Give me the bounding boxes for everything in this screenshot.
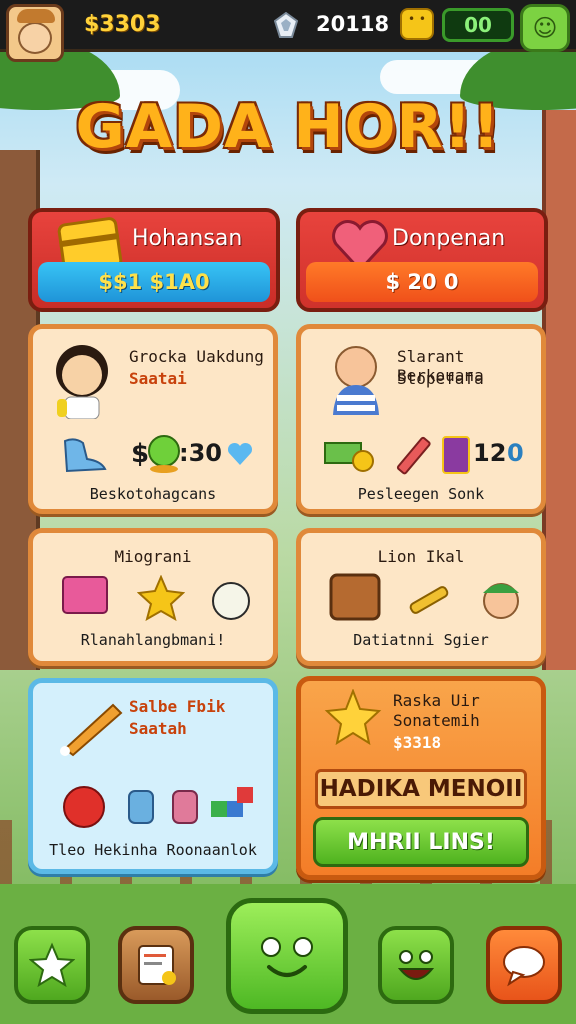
score-count: 20118	[316, 12, 390, 36]
green-blob-icon	[148, 435, 180, 473]
card-footer: Datiatnni Sgier	[353, 631, 489, 649]
game-title: GADA HOR!!	[75, 92, 501, 162]
home-face-icon	[261, 937, 313, 977]
card-title: Lion Ikal	[377, 547, 465, 566]
clock-face-icon	[212, 582, 250, 620]
card-items-food[interactable]: Salbe Fbik Saatah Tleo Hekinha Roonaanlo…	[28, 678, 278, 874]
star-face-icon	[137, 575, 185, 621]
nav-star-button[interactable]	[14, 926, 90, 1004]
document-icon	[138, 945, 176, 985]
top-bar: $3303 20118 00	[0, 0, 576, 52]
tool-icon	[409, 586, 449, 614]
nav-document-button[interactable]	[118, 926, 194, 1004]
card-title: Salbe Fbik	[129, 697, 226, 716]
face-cap-icon	[483, 583, 519, 619]
carrot-icon	[60, 703, 123, 757]
card-character-baby[interactable]: Slarant Berkouana Stopefafa 12 0 Pesleeg…	[296, 324, 546, 514]
card-footer: Beskotohagcans	[89, 485, 217, 503]
card-subtitle: Sonatemih	[393, 711, 480, 730]
card-title: Grocka Uakdung	[129, 347, 264, 366]
card-subtitle: Saatai	[129, 369, 187, 388]
offer-price: $3318	[393, 733, 442, 752]
blocks-icon	[211, 787, 253, 817]
card-items-tools[interactable]: Lion Ikal Datiatnni Sgier	[296, 528, 546, 666]
jar-icon	[128, 790, 154, 824]
star-character-icon	[324, 689, 382, 745]
card-title: Miograni	[114, 547, 192, 566]
card-items-mixed[interactable]: Miograni Rlanahlangbmani!	[28, 528, 278, 666]
energy-counter: 00	[442, 8, 514, 42]
offer-banner: HADIKA MENOII	[315, 769, 527, 809]
card-character-girl[interactable]: Grocka Uakdung Saatai $ :30 Beskotohagca…	[28, 324, 278, 514]
card-footer: Rlanahlangbmani!	[80, 631, 226, 649]
chat-icon	[503, 946, 545, 987]
house-right	[542, 110, 576, 670]
header-card-left[interactable]: Hohansan $$1 $1A0	[28, 208, 280, 312]
card-footer: Tleo Hekinha Roonaanlok	[49, 841, 257, 859]
card-value-2: 0	[507, 439, 524, 467]
smile-face-icon	[397, 950, 435, 980]
girl-character-icon	[56, 345, 108, 419]
nav-home-button[interactable]	[226, 898, 348, 1014]
header-card-label: Donpenan	[392, 226, 506, 251]
header-card-label: Hohansan	[132, 226, 243, 251]
nav-chat-button[interactable]	[486, 926, 562, 1004]
offer-buy-button[interactable]: MHRII LINS!	[313, 817, 529, 867]
gem-icon	[274, 12, 298, 38]
shoe-icon	[63, 438, 107, 473]
block-face-icon	[400, 8, 434, 40]
card-subtitle: Stopefafa	[397, 369, 484, 388]
hat-icon	[17, 9, 55, 23]
star-icon	[29, 942, 75, 988]
header-card-right[interactable]: Donpenan $ 20 0	[296, 208, 548, 312]
blue-heart-icon	[227, 442, 253, 465]
cash-stack-icon	[324, 442, 374, 472]
pink-box-icon	[62, 576, 108, 614]
face-icon	[18, 22, 52, 54]
wood-board-icon	[329, 573, 381, 621]
header-card-value[interactable]: $ 20 0	[306, 262, 538, 302]
card-title: Raska Uir	[393, 691, 480, 710]
pencil-icon	[396, 436, 431, 475]
apple-icon	[63, 786, 105, 828]
nav-smile-button[interactable]	[378, 926, 454, 1004]
smile-icon: ☺	[532, 14, 558, 42]
card-value: 12	[473, 439, 507, 467]
header-card-value[interactable]: $$1 $1A0	[38, 262, 270, 302]
player-avatar[interactable]	[6, 4, 64, 62]
cup-icon	[172, 790, 198, 824]
coin-count: $3303	[84, 12, 161, 37]
menu-face-button[interactable]: ☺	[520, 4, 570, 52]
card-special-offer[interactable]: Raska Uir Sonatemih $3318 HADIKA MENOII …	[296, 676, 546, 880]
card-footer: Pesleegen Sonk	[357, 485, 485, 503]
card-deck-icon	[442, 436, 470, 474]
card-subtitle: Saatah	[129, 719, 187, 738]
card-value-2: :30	[179, 439, 222, 467]
baby-character-icon	[333, 346, 379, 415]
